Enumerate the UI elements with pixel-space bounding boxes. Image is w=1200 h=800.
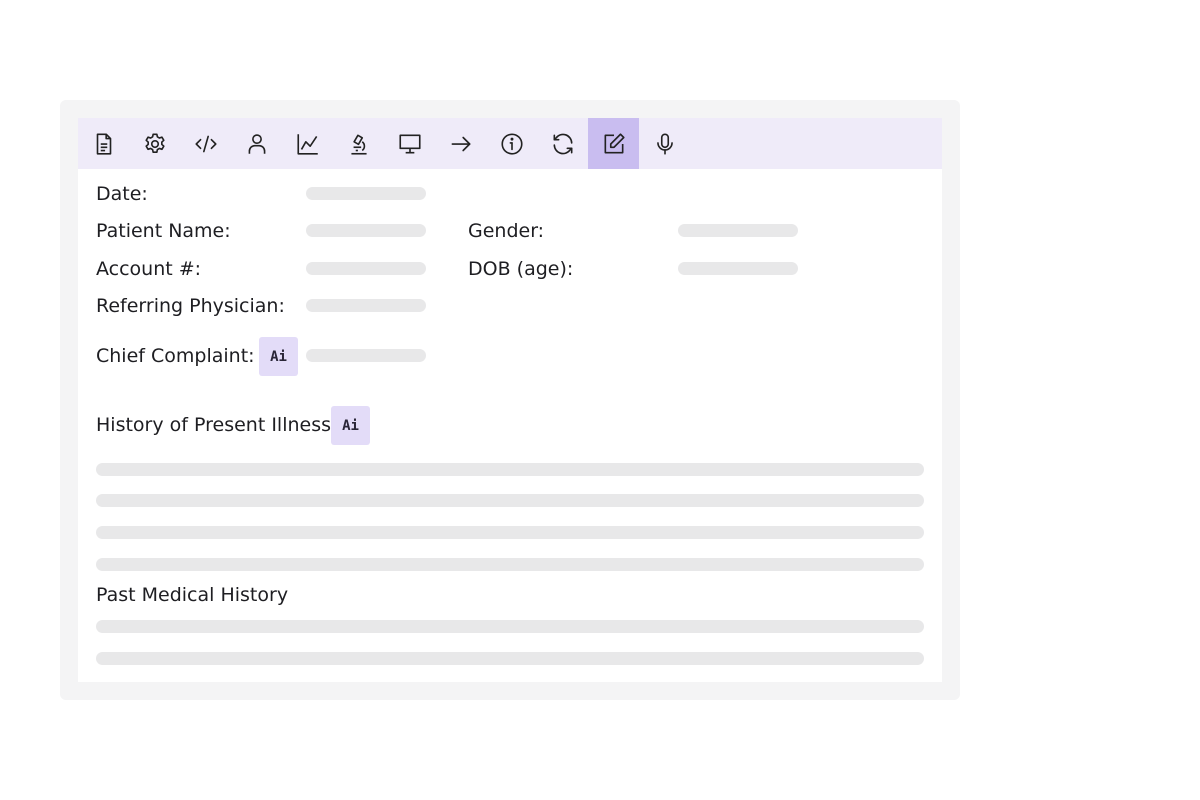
dob-label: DOB (age):: [468, 258, 574, 280]
date-value-placeholder: [306, 187, 426, 200]
date-label: Date:: [96, 183, 148, 205]
dob-value-placeholder: [678, 262, 798, 275]
microscope-icon[interactable]: [333, 118, 384, 169]
pmh-line-placeholder: [96, 620, 924, 633]
toolbar: [78, 118, 942, 169]
referring-physician-label: Referring Physician:: [96, 295, 285, 317]
settings-icon[interactable]: [129, 118, 180, 169]
document-icon[interactable]: [78, 118, 129, 169]
code-icon[interactable]: [180, 118, 231, 169]
account-value-placeholder: [306, 262, 426, 275]
patient-name-label: Patient Name:: [96, 220, 231, 242]
user-icon[interactable]: [231, 118, 282, 169]
note-card: Date: Patient Name: Gender: Account #: D…: [78, 118, 942, 682]
gender-value-placeholder: [678, 224, 798, 237]
pmh-section-title: Past Medical History: [96, 584, 289, 606]
referring-physician-value-placeholder: [306, 299, 426, 312]
account-label: Account #:: [96, 258, 202, 280]
refresh-icon[interactable]: [537, 118, 588, 169]
hpi-ai-button[interactable]: Ai: [331, 406, 370, 445]
patient-name-value-placeholder: [306, 224, 426, 237]
edit-icon[interactable]: [588, 118, 639, 169]
chart-icon[interactable]: [282, 118, 333, 169]
gender-label: Gender:: [468, 220, 545, 242]
hpi-line-placeholder: [96, 463, 924, 476]
monitor-icon[interactable]: [384, 118, 435, 169]
editor-frame: Date: Patient Name: Gender: Account #: D…: [60, 100, 960, 700]
hpi-line-placeholder: [96, 526, 924, 539]
pmh-line-placeholder: [96, 652, 924, 665]
info-icon[interactable]: [486, 118, 537, 169]
chief-complaint-ai-button[interactable]: Ai: [259, 337, 298, 376]
chief-complaint-label: Chief Complaint:: [96, 345, 255, 367]
hpi-line-placeholder: [96, 494, 924, 507]
microphone-icon[interactable]: [639, 118, 690, 169]
arrow-right-icon[interactable]: [435, 118, 486, 169]
chief-complaint-value-placeholder: [306, 349, 426, 362]
hpi-line-placeholder: [96, 558, 924, 571]
hpi-section-title: History of Present Illness: [96, 414, 332, 436]
